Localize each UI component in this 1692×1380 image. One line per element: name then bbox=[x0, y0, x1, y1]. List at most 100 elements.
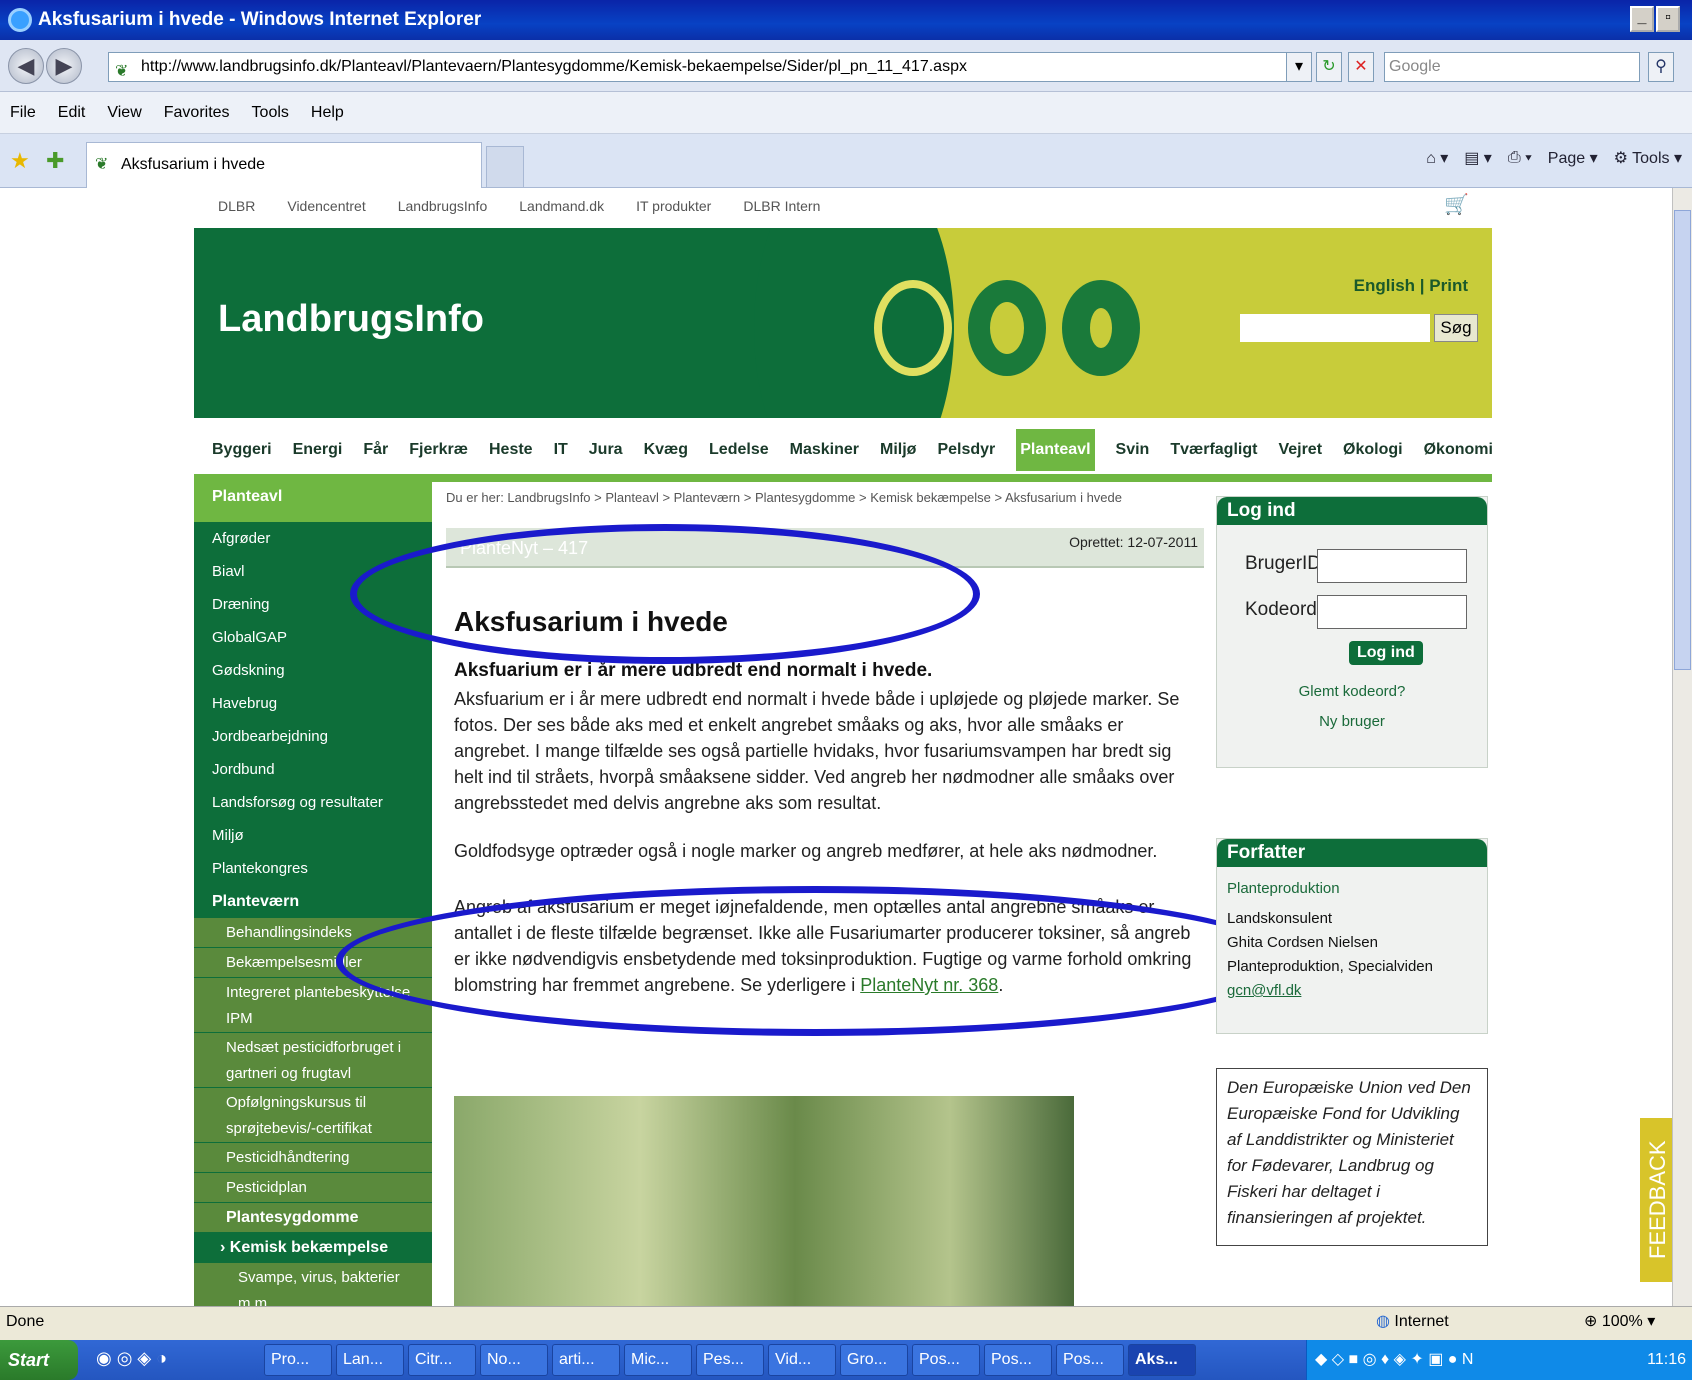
taskbar-item[interactable]: No... bbox=[480, 1344, 548, 1376]
toplink-dlbr[interactable]: DLBR bbox=[218, 198, 255, 214]
menu-edit[interactable]: Edit bbox=[58, 104, 86, 122]
nav-jura[interactable]: Jura bbox=[589, 441, 623, 459]
toplink-it-produkter[interactable]: IT produkter bbox=[636, 198, 711, 214]
password-field[interactable] bbox=[1317, 595, 1467, 629]
sidebar-item[interactable]: Afgrøder bbox=[194, 522, 432, 555]
menu-favorites[interactable]: Favorites bbox=[164, 104, 230, 122]
sidebar-subitem-plantesygdomme[interactable]: Plantesygdomme bbox=[194, 1203, 432, 1233]
nav-miljoe[interactable]: Miljø bbox=[880, 441, 916, 459]
nav-it[interactable]: IT bbox=[554, 441, 568, 459]
taskbar-item[interactable]: Citr... bbox=[408, 1344, 476, 1376]
sidebar-heading[interactable]: Planteavl bbox=[194, 474, 432, 522]
nav-tvaerfagligt[interactable]: Tværfagligt bbox=[1170, 441, 1257, 459]
taskbar-item[interactable]: Lan... bbox=[336, 1344, 404, 1376]
back-button[interactable]: ◀ bbox=[8, 48, 44, 84]
sidebar-item-plantevaern[interactable]: Planteværn bbox=[194, 885, 432, 918]
taskbar-item[interactable]: Pos... bbox=[1056, 1344, 1124, 1376]
site-logo[interactable]: LandbrugsInfo bbox=[218, 298, 484, 341]
sidebar-subitem[interactable]: Nedsæt pesticidforbruget i gartneri og f… bbox=[194, 1033, 432, 1088]
nav-faar[interactable]: Får bbox=[363, 441, 388, 459]
address-field[interactable]: ❦ http://www.landbrugsinfo.dk/Planteavl/… bbox=[108, 52, 1308, 82]
scroll-thumb[interactable] bbox=[1674, 210, 1691, 670]
nav-heste[interactable]: Heste bbox=[489, 441, 533, 459]
refresh-icon[interactable]: ↻ bbox=[1316, 52, 1342, 82]
taskbar-item[interactable]: Pos... bbox=[912, 1344, 980, 1376]
sidebar-subitem[interactable]: Pesticidplan bbox=[194, 1173, 432, 1203]
print-link[interactable]: Print bbox=[1429, 276, 1468, 295]
zoom-level[interactable]: ⊕ 100% ▾ bbox=[1584, 1311, 1655, 1331]
userid-field[interactable] bbox=[1317, 549, 1467, 583]
nav-maskiner[interactable]: Maskiner bbox=[790, 441, 859, 459]
taskbar-item[interactable]: Mic... bbox=[624, 1344, 692, 1376]
menu-file[interactable]: File bbox=[10, 104, 36, 122]
nav-oekonomi[interactable]: Økonomi bbox=[1424, 441, 1493, 459]
sidebar-subitem[interactable]: Pesticidhåndtering bbox=[194, 1143, 432, 1173]
start-button[interactable]: Start bbox=[0, 1340, 78, 1380]
feeds-icon[interactable]: ▤ ▾ bbox=[1464, 148, 1492, 168]
nav-kvaeg[interactable]: Kvæg bbox=[644, 441, 688, 459]
add-favorite-icon[interactable]: ✚ bbox=[46, 148, 64, 174]
sidebar-subitem[interactable]: Opfølgningskursus til sprøjtebevis/-cert… bbox=[194, 1088, 432, 1143]
minimize-button[interactable]: _ bbox=[1630, 6, 1654, 32]
menu-tools[interactable]: Tools bbox=[252, 104, 289, 122]
nav-byggeri[interactable]: Byggeri bbox=[212, 441, 272, 459]
nav-oekologi[interactable]: Økologi bbox=[1343, 441, 1403, 459]
quicklaunch-icons[interactable]: ◉ ◎ ◈ ◑ bbox=[96, 1348, 167, 1369]
taskbar-item[interactable]: Vid... bbox=[768, 1344, 836, 1376]
tools-menu[interactable]: ⚙ Tools ▾ bbox=[1614, 148, 1682, 168]
nav-energi[interactable]: Energi bbox=[293, 441, 343, 459]
vertical-scrollbar[interactable] bbox=[1672, 188, 1692, 1306]
sidebar-item[interactable]: Havebrug bbox=[194, 687, 432, 720]
restore-button[interactable]: ▫ bbox=[1656, 6, 1680, 32]
sidebar-item[interactable]: Jordbund bbox=[194, 753, 432, 786]
nav-planteavl[interactable]: Planteavl bbox=[1016, 429, 1095, 471]
new-tab-button[interactable] bbox=[486, 146, 524, 188]
nav-vejret[interactable]: Vejret bbox=[1278, 441, 1322, 459]
toplink-dlbr-intern[interactable]: DLBR Intern bbox=[743, 198, 820, 214]
print-icon[interactable]: ⎙ ▾ bbox=[1508, 149, 1532, 167]
nav-ledelse[interactable]: Ledelse bbox=[709, 441, 769, 459]
taskbar-item[interactable]: arti... bbox=[552, 1344, 620, 1376]
tab-active[interactable]: ❦ Aksfusarium i hvede bbox=[86, 142, 482, 188]
sidebar-item[interactable]: Jordbearbejdning bbox=[194, 720, 432, 753]
forgot-password-link[interactable]: Glemt kodeord? bbox=[1217, 683, 1487, 700]
toplink-landmand[interactable]: Landmand.dk bbox=[519, 198, 604, 214]
sidebar-item[interactable]: Gødskning bbox=[194, 654, 432, 687]
author-dept[interactable]: Planteproduktion bbox=[1217, 877, 1487, 901]
site-search-input[interactable] bbox=[1240, 314, 1430, 342]
sidebar-item[interactable]: Landsforsøg og resultater bbox=[194, 786, 432, 819]
taskbar-item[interactable]: Pos... bbox=[984, 1344, 1052, 1376]
taskbar-item[interactable]: Gro... bbox=[840, 1344, 908, 1376]
toplink-landbrugsinfo[interactable]: LandbrugsInfo bbox=[398, 198, 488, 214]
sidebar-subitem[interactable]: Svampe, virus, bakterier m.m. bbox=[194, 1263, 432, 1306]
cart-icon[interactable]: 🛒 bbox=[1444, 192, 1469, 217]
menu-view[interactable]: View bbox=[107, 104, 141, 122]
site-search-button[interactable]: Søg bbox=[1434, 314, 1478, 342]
english-link[interactable]: English bbox=[1354, 276, 1415, 295]
toplink-videncentret[interactable]: Videncentret bbox=[287, 198, 365, 214]
address-dropdown-button[interactable]: ▾ bbox=[1286, 52, 1312, 82]
nav-svin[interactable]: Svin bbox=[1116, 441, 1150, 459]
stop-icon[interactable]: ✕ bbox=[1348, 52, 1374, 82]
taskbar-item[interactable]: Pro... bbox=[264, 1344, 332, 1376]
author-email[interactable]: gcn@vfl.dk bbox=[1217, 979, 1487, 1003]
forward-button[interactable]: ▶ bbox=[46, 48, 82, 84]
taskbar-item[interactable]: Pes... bbox=[696, 1344, 764, 1376]
favorites-star-icon[interactable]: ★ bbox=[10, 148, 30, 174]
sidebar-item[interactable]: Plantekongres bbox=[194, 852, 432, 885]
tray-icons[interactable]: ◆ ◇ ■ ◎ ♦ ◈ ✦ ▣ ● N bbox=[1307, 1340, 1473, 1380]
nav-fjerkrae[interactable]: Fjerkræ bbox=[409, 441, 468, 459]
search-icon[interactable]: ⚲ bbox=[1648, 52, 1674, 82]
taskbar-item-active[interactable]: Aks... bbox=[1128, 1344, 1196, 1376]
sidebar-current-item[interactable]: › Kemisk bekæmpelse bbox=[194, 1233, 432, 1263]
sidebar-item[interactable]: Miljø bbox=[194, 819, 432, 852]
home-icon[interactable]: ⌂ ▾ bbox=[1426, 148, 1448, 168]
page-menu[interactable]: Page ▾ bbox=[1548, 148, 1598, 168]
author-box: Forfatter Planteproduktion Landskonsulen… bbox=[1216, 838, 1488, 1034]
login-button[interactable]: Log ind bbox=[1349, 641, 1423, 665]
feedback-tab[interactable]: FEEDBACK bbox=[1640, 1118, 1672, 1282]
search-input[interactable]: Google bbox=[1384, 52, 1640, 82]
nav-pelsdyr[interactable]: Pelsdyr bbox=[937, 441, 995, 459]
menu-help[interactable]: Help bbox=[311, 104, 344, 122]
new-user-link[interactable]: Ny bruger bbox=[1217, 713, 1487, 730]
